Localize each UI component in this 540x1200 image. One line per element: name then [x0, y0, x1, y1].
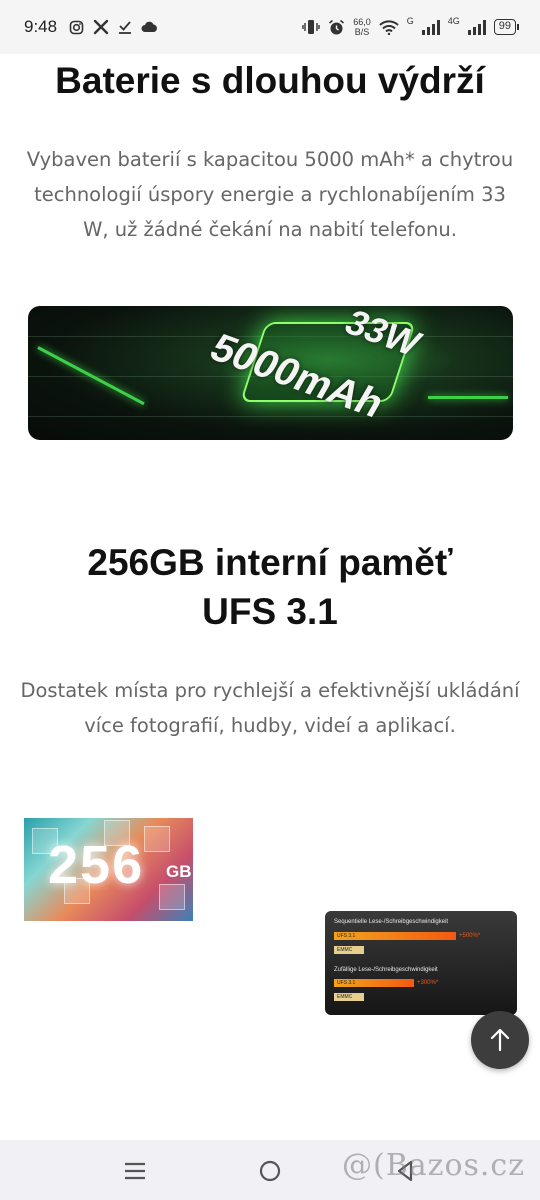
network-type-1: G	[406, 16, 414, 26]
sequential-speed-title: Sequentielle Lese-/Schreibgeschwindigkei…	[334, 919, 449, 925]
menu-icon	[125, 1162, 145, 1180]
tools-icon	[93, 19, 109, 35]
vibrate-icon	[302, 20, 320, 34]
status-time: 9:48	[24, 17, 58, 36]
signal-icon	[421, 19, 440, 35]
storage-description: Dostatek místa pro rychlejší a efektivně…	[20, 679, 520, 737]
storage-image-number: 256	[48, 835, 145, 895]
instagram-icon	[69, 20, 84, 34]
signal-icon-2	[467, 19, 486, 35]
network-speed-unit: B/S	[354, 27, 370, 37]
network-type-2: 4G	[447, 16, 460, 26]
system-icons: 66,0 B/S G 4G 99	[302, 16, 520, 37]
arrow-up-icon	[490, 1028, 510, 1052]
sequential-emmc-bar: EMMC	[334, 946, 364, 954]
scroll-to-top-button[interactable]	[471, 1011, 529, 1069]
notification-icons	[69, 19, 158, 35]
home-icon	[259, 1160, 281, 1182]
network-speed-value: 66,0	[353, 17, 371, 27]
battery-description: Vybaven baterií s kapacitou 5000 mAh* a …	[26, 148, 514, 241]
random-speed-title: Zufällige Lese-/Schreibgeschwindigkeit	[334, 967, 438, 973]
storage-heading-line-2: UFS 3.1	[202, 591, 338, 632]
cloud-icon	[141, 21, 158, 32]
random-ufs-bar: UFS 3.1	[334, 979, 414, 987]
watermark: @(Bazos.cz	[342, 1148, 526, 1183]
storage-speed-comparison: Sequentielle Lese-/Schreibgeschwindigkei…	[325, 911, 517, 1015]
storage-image-unit: GB	[166, 862, 192, 881]
network-speed: 66,0 B/S	[353, 17, 371, 37]
menu-button[interactable]	[120, 1156, 150, 1186]
battery-banner-image: 33W 5000mAh	[28, 306, 513, 440]
storage-256gb-image: 256 GB	[24, 818, 193, 921]
random-ufs-percent: +300%*	[417, 980, 439, 986]
battery-indicator: 99	[493, 19, 520, 35]
random-emmc-bar: EMMC	[334, 993, 364, 1001]
battery-heading: Baterie s dlouhou výdrží	[55, 60, 485, 101]
alarm-icon	[329, 19, 345, 34]
wifi-icon	[379, 19, 399, 35]
status-bar: 9:48 66,0 B/S G 4G 99	[0, 0, 540, 54]
storage-heading-line-1: 256GB interní paměť	[87, 542, 453, 583]
download-check-icon	[119, 20, 132, 34]
sequential-ufs-bar: UFS 3.1	[334, 932, 456, 940]
home-button[interactable]	[255, 1156, 285, 1186]
sequential-ufs-percent: +500%*	[459, 933, 481, 939]
